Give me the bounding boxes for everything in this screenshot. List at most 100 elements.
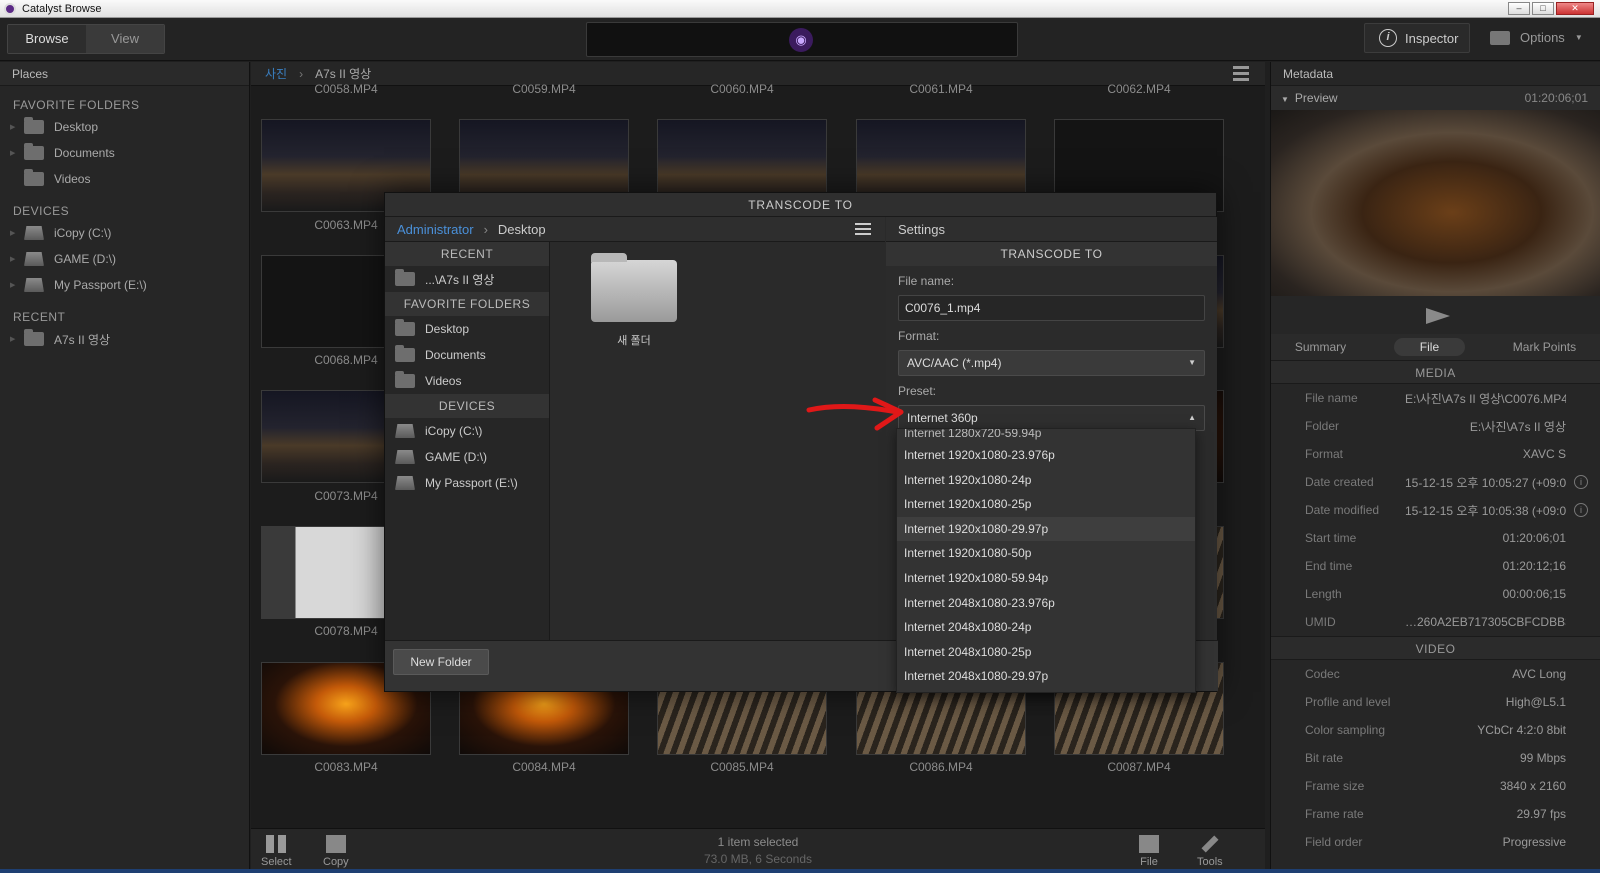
preset-option[interactable]: Internet 2048x1080-24p <box>897 615 1195 640</box>
info-icon[interactable]: i <box>1574 503 1588 517</box>
preset-option[interactable]: Internet 2048x1080-25p <box>897 640 1195 665</box>
minimize-button[interactable]: – <box>1508 2 1530 15</box>
drive-icon <box>395 476 415 490</box>
place-item-documents[interactable]: ▶ Documents <box>0 140 249 166</box>
metadata-row: Folder E:\사진\A7s II 영상 <box>1271 412 1600 440</box>
preset-option[interactable]: Internet 1920x1080-59.94p <box>897 566 1195 591</box>
breadcrumb-root[interactable]: 사진 <box>265 65 287 82</box>
devices-section-label: DEVICES <box>13 204 70 218</box>
metadata-key: Date modified <box>1305 503 1380 517</box>
folder-icon <box>24 329 44 346</box>
file-label: File <box>1140 856 1158 868</box>
device-item-e[interactable]: ▶ My Passport (E:\) <box>0 272 249 298</box>
metadata-row: Field order Progressive <box>1271 828 1600 856</box>
metadata-value: AVC Long <box>1512 667 1566 681</box>
film-icon <box>1139 835 1159 853</box>
tab-file[interactable]: File <box>1393 338 1466 356</box>
expand-arrow-icon[interactable]: ▶ <box>10 281 24 289</box>
metadata-key: Frame rate <box>1305 807 1364 821</box>
new-folder-button[interactable]: New Folder <box>393 649 489 675</box>
options-button[interactable]: Options ▼ <box>1490 30 1583 45</box>
tools-button[interactable]: Tools <box>1197 835 1223 868</box>
device-item-e[interactable]: My Passport (E:\) <box>385 470 549 496</box>
close-button[interactable]: ✕ <box>1556 2 1594 15</box>
recent-label: A7s II 영상 <box>54 332 111 347</box>
inspector-button[interactable]: i Inspector <box>1364 23 1470 53</box>
place-item-desktop[interactable]: ▶ Desktop <box>0 114 249 140</box>
file-button[interactable]: File <box>1139 835 1159 868</box>
expand-arrow-icon[interactable]: ▶ <box>10 255 24 263</box>
chevron-right-icon: › <box>483 221 488 237</box>
metadata-row: Bit rate 99 Mbps <box>1271 744 1600 772</box>
preview-timecode: 01:20:06;01 <box>1524 91 1588 105</box>
folder-label[interactable]: 새 폴더 <box>584 332 684 348</box>
tab-view[interactable]: View <box>86 25 164 53</box>
metadata-value: Progressive <box>1502 835 1566 849</box>
device-item-c[interactable]: ▶ iCopy (C:\) <box>0 220 249 246</box>
preset-option[interactable]: Internet 1920x1080-24p <box>897 468 1195 493</box>
drive-icon <box>24 226 44 240</box>
recent-item[interactable]: ▶ A7s II 영상 <box>0 326 249 352</box>
metadata-value: 3840 x 2160 <box>1499 779 1566 793</box>
recent-label: ...\A7s II 영상 <box>425 272 495 287</box>
device-item-d[interactable]: ▶ GAME (D:\) <box>0 246 249 272</box>
maximize-button[interactable]: □ <box>1532 2 1554 15</box>
list-view-icon[interactable] <box>855 223 871 237</box>
folder-icon <box>24 143 44 160</box>
preset-option[interactable]: Internet 1920x1080-23.976p <box>897 443 1195 468</box>
preset-label: Preset: <box>898 384 937 398</box>
preview-header[interactable]: ▼ Preview 01:20:06;01 <box>1271 86 1600 110</box>
chevron-down-icon: ▼ <box>1574 33 1583 42</box>
clip-name: C0058.MP4 <box>314 82 378 96</box>
breadcrumb-root[interactable]: Administrator <box>397 222 474 237</box>
settings-header: Settings <box>886 217 1217 242</box>
favorite-item-documents[interactable]: Documents <box>385 342 549 368</box>
select-button[interactable]: Select <box>261 835 292 868</box>
info-icon[interactable]: i <box>1574 475 1588 489</box>
expand-arrow-icon[interactable]: ▶ <box>10 149 24 157</box>
preset-dropdown-list: Internet 1280x720-59.94p Internet 1920x10… <box>896 428 1196 693</box>
clip-name: C0087.MP4 <box>1107 760 1171 774</box>
clip-name: C0061.MP4 <box>909 82 973 96</box>
preset-option[interactable]: Internet 1920x1080-29.97p <box>897 516 1195 542</box>
collapse-arrow-icon: ▼ <box>1281 95 1289 104</box>
tab-summary[interactable]: Summary <box>1295 340 1346 354</box>
copy-label: Copy <box>323 856 349 868</box>
preset-option[interactable]: Internet 2048x1080-29.97p <box>897 664 1195 689</box>
metadata-value: 01:20:12;16 <box>1502 559 1566 573</box>
play-icon[interactable] <box>1426 308 1450 324</box>
preset-option[interactable]: Internet 1920x1080-50p <box>897 541 1195 566</box>
favorite-item-videos[interactable]: Videos <box>385 368 549 394</box>
new-folder-icon[interactable] <box>591 253 677 322</box>
eye-icon[interactable]: ◉ <box>789 28 813 52</box>
preview-label: Preview <box>1294 91 1338 105</box>
preset-option[interactable]: Internet 1280x720-59.94p <box>897 429 1195 443</box>
device-item-d[interactable]: GAME (D:\) <box>385 444 549 470</box>
metadata-row: Date modified 15-12-15 오후 10:05:38 (+09:0… <box>1271 496 1600 524</box>
metadata-value: E:\사진\A7s II 영상 <box>1469 419 1566 434</box>
place-item-videos[interactable]: Videos <box>0 166 249 192</box>
tab-browse[interactable]: Browse <box>8 25 86 53</box>
expand-arrow-icon[interactable]: ▶ <box>10 335 24 343</box>
format-select[interactable]: AVC/AAC (*.mp4) ▼ <box>898 350 1205 376</box>
expand-arrow-icon[interactable]: ▶ <box>10 123 24 131</box>
metadata-key: Codec <box>1305 667 1340 681</box>
metadata-key: UMID <box>1305 615 1336 629</box>
metadata-row: Format XAVC S <box>1271 440 1600 468</box>
copy-button[interactable]: Copy <box>323 835 349 868</box>
browser-bottom-bar: 1 item selected 73.0 MB, 6 Seconds Selec… <box>251 828 1265 873</box>
preset-value: Internet 360p <box>907 411 978 425</box>
dialog-title: TRANSCODE TO <box>385 193 1216 217</box>
favorite-item-desktop[interactable]: Desktop <box>385 316 549 342</box>
expand-arrow-icon[interactable]: ▶ <box>10 229 24 237</box>
device-item-c[interactable]: iCopy (C:\) <box>385 418 549 444</box>
preview-image <box>1271 110 1600 296</box>
tab-mark-points[interactable]: Mark Points <box>1513 340 1576 354</box>
preset-option[interactable]: Internet 2048x1080-23.976p <box>897 591 1195 616</box>
video-section-label: VIDEO <box>1271 636 1600 660</box>
metadata-key: Profile and level <box>1305 695 1391 709</box>
file-name-field[interactable]: C0076_1.mp4 <box>898 295 1205 321</box>
recent-item[interactable]: ...\A7s II 영상 <box>385 266 549 292</box>
list-view-icon[interactable] <box>1233 66 1249 81</box>
preset-option[interactable]: Internet 1920x1080-25p <box>897 492 1195 517</box>
